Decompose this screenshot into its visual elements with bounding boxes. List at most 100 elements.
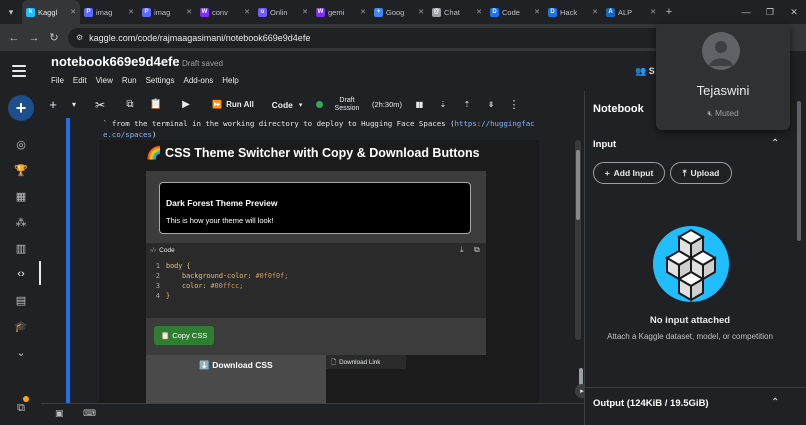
- hf-spaces-link-cont[interactable]: e.co/spaces: [103, 130, 152, 139]
- hamburger-menu-icon[interactable]: [12, 65, 26, 77]
- share-button[interactable]: 👥 S: [635, 66, 655, 77]
- browser-tab[interactable]: D Code ✕: [486, 0, 544, 24]
- upload-button[interactable]: ⤒ Upload: [670, 162, 732, 184]
- add-cell-icon[interactable]: +: [41, 91, 65, 118]
- browser-tab[interactable]: Wconv ✕: [196, 0, 254, 24]
- move-down-icon[interactable]: ⇣: [431, 91, 455, 118]
- mic-muted-icon: 🔇︎: [707, 108, 713, 118]
- chevron-up-icon[interactable]: ⌃: [771, 397, 779, 408]
- copy-css-button[interactable]: 📋 Copy CSS: [154, 326, 214, 345]
- back-icon[interactable]: ←: [4, 28, 24, 48]
- create-plus-button[interactable]: +: [8, 95, 34, 121]
- close-tab-icon[interactable]: ✕: [476, 8, 482, 16]
- notebook-cells: ` from the terminal in the working direc…: [41, 118, 584, 403]
- site-info-icon[interactable]: ⚙: [76, 33, 83, 42]
- cut-icon[interactable]: ✂: [83, 91, 117, 118]
- forward-icon[interactable]: →: [24, 28, 44, 48]
- close-tab-icon[interactable]: ✕: [360, 8, 366, 16]
- browser-tab[interactable]: A ALP ✕: [602, 0, 660, 24]
- move-down-alt-icon[interactable]: ⇟: [479, 91, 503, 118]
- file-icon: 🗋: [331, 358, 337, 366]
- table-icon[interactable]: ▦: [12, 187, 30, 205]
- notebook-title[interactable]: notebook669e9d4efe: [51, 54, 180, 69]
- upload-label: Upload: [690, 168, 720, 178]
- close-tab-icon[interactable]: ✕: [302, 8, 308, 16]
- close-tab-icon[interactable]: ✕: [592, 8, 598, 16]
- browser-tab[interactable]: Pimag ✕: [138, 0, 196, 24]
- code-prop: background-color:: [182, 272, 252, 280]
- tab-title: imag: [96, 7, 113, 17]
- browser-tab[interactable]: k Kaggl ✕: [22, 0, 80, 24]
- chevron-down-icon[interactable]: ▾: [65, 91, 83, 118]
- cell-type-select[interactable]: Code ▾: [263, 91, 311, 118]
- models-icon[interactable]: ⁂: [12, 213, 30, 231]
- paste-icon[interactable]: 📋: [143, 91, 169, 118]
- move-up-icon[interactable]: ⇡: [455, 91, 479, 118]
- code-value: #00ffcc;: [210, 282, 244, 290]
- restore-icon[interactable]: ❐: [758, 0, 782, 24]
- chevron-down-icon[interactable]: ⌄: [12, 343, 30, 361]
- session-info[interactable]: Draft Session: [327, 91, 367, 118]
- menu-help[interactable]: Help: [222, 76, 238, 85]
- keyboard-icon[interactable]: ⌨: [83, 408, 96, 419]
- menu-view[interactable]: View: [96, 76, 113, 85]
- trophy-icon[interactable]: 🏆: [12, 161, 30, 179]
- close-tab-icon[interactable]: ✕: [70, 8, 76, 16]
- menu-file[interactable]: File: [51, 76, 64, 85]
- chevron-up-icon[interactable]: ⌃: [771, 138, 779, 149]
- menu-settings[interactable]: Settings: [146, 76, 175, 85]
- menu-addons[interactable]: Add-ons: [183, 76, 213, 85]
- browser-tab[interactable]: + Goog ✕: [370, 0, 428, 24]
- learn-icon[interactable]: 🎓: [12, 317, 30, 335]
- session-meter-icon[interactable]: ▮▮: [407, 91, 431, 118]
- browser-tab[interactable]: Wgemi ✕: [312, 0, 370, 24]
- line-number: 1: [155, 262, 160, 270]
- bar-chart-icon[interactable]: ▥: [12, 239, 30, 257]
- tab-favicon-icon: P: [142, 7, 151, 17]
- browser-tab[interactable]: D Hack ✕: [544, 0, 602, 24]
- panel-scrollbar[interactable]: [797, 101, 801, 241]
- add-input-button[interactable]: + Add Input: [593, 162, 665, 184]
- discussion-icon[interactable]: ▤: [12, 291, 30, 309]
- menu-run[interactable]: Run: [122, 76, 137, 85]
- code-icon[interactable]: ‹›: [12, 265, 30, 283]
- tab-search-icon[interactable]: ▾: [0, 0, 22, 24]
- new-tab-button[interactable]: +: [660, 6, 678, 18]
- close-window-icon[interactable]: ✕: [782, 0, 806, 24]
- browser-tab[interactable]: o Onlin ✕: [254, 0, 312, 24]
- download-link[interactable]: 🗋 Download Link: [326, 355, 406, 369]
- run-all-button[interactable]: ⏩ Run All: [203, 91, 263, 118]
- tab-favicon-icon: +: [374, 7, 383, 17]
- output-scrollbar-thumb[interactable]: [576, 150, 580, 220]
- browser-tab[interactable]: @ Chat ✕: [428, 0, 486, 24]
- close-tab-icon[interactable]: ✕: [534, 8, 540, 16]
- download-css-button[interactable]: ⬇️ Download CSS: [146, 360, 326, 371]
- close-tab-icon[interactable]: ✕: [186, 8, 192, 16]
- close-tab-icon[interactable]: ✕: [128, 8, 134, 16]
- fast-forward-icon: ⏩: [212, 100, 223, 109]
- copy-icon[interactable]: ⧉: [474, 245, 480, 255]
- minimize-icon[interactable]: —: [734, 0, 758, 24]
- tab-favicon-icon: o: [258, 7, 267, 17]
- compass-icon[interactable]: ◎: [12, 135, 30, 153]
- copy-icon[interactable]: ⧉: [117, 91, 143, 118]
- tab-favicon-icon: @: [432, 7, 441, 17]
- menu-edit[interactable]: Edit: [73, 76, 87, 85]
- tab-favicon-icon: A: [606, 7, 615, 17]
- person-icon: [709, 41, 733, 66]
- console-icon[interactable]: ▣: [55, 408, 64, 419]
- close-tab-icon[interactable]: ✕: [418, 8, 424, 16]
- browser-tab[interactable]: Pimag ✕: [80, 0, 138, 24]
- download-icon[interactable]: ⤓: [460, 245, 464, 255]
- close-tab-icon[interactable]: ✕: [650, 8, 656, 16]
- hf-spaces-link[interactable]: https://huggingfac: [455, 119, 535, 128]
- run-cell-icon[interactable]: ▶: [169, 91, 203, 118]
- reload-icon[interactable]: ↻: [44, 28, 64, 48]
- users-icon: 👥: [635, 66, 647, 76]
- url-input[interactable]: ⚙ kaggle.com/code/rajmaagasimani/noteboo…: [68, 27, 668, 48]
- cell-type-value: Code: [271, 99, 293, 110]
- more-options-icon[interactable]: ⋮: [503, 91, 525, 118]
- code-line: }: [166, 292, 171, 300]
- close-tab-icon[interactable]: ✕: [244, 8, 250, 16]
- preview-text: This is how your theme will look!: [166, 216, 274, 225]
